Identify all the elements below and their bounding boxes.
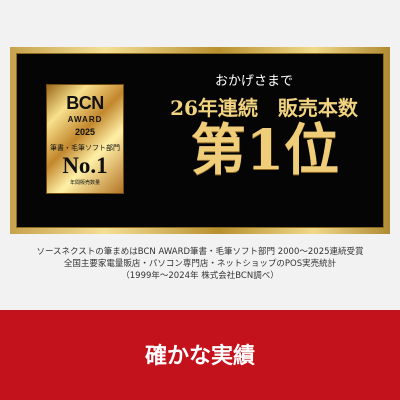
footer-banner-text: 確かな実績 bbox=[144, 344, 255, 369]
badge-category-text: 筆書・毛筆ソフト部門 bbox=[50, 145, 120, 152]
footer-banner: 確かな実績 bbox=[0, 310, 400, 400]
award-rank-text: 第1位 bbox=[190, 117, 340, 182]
badge-award-text: AWARD bbox=[67, 115, 103, 124]
award-note-line: ソースネクストの筆まめはBCN AWARD筆書・毛筆ソフト部門 2000〜202… bbox=[36, 247, 364, 257]
badge-subtext: 年間販売数量 bbox=[69, 180, 100, 186]
award-panel: BCN AWARD 2025 筆書・毛筆ソフト部門 No.1 年間販売数量 おか… bbox=[10, 47, 390, 234]
bcn-award-badge: BCN AWARD 2025 筆書・毛筆ソフト部門 No.1 年間販売数量 bbox=[46, 84, 124, 194]
award-note-line: 全国主要家電量販店・パソコン専門店・ネットショップのPOS実売統計 bbox=[63, 259, 337, 269]
badge-rank-text: No.1 bbox=[62, 153, 108, 178]
award-inner-black-panel: BCN AWARD 2025 筆書・毛筆ソフト部門 No.1 年間販売数量 おか… bbox=[16, 53, 384, 228]
award-note-line: （1999年〜2024年 株式会社BCN調べ） bbox=[121, 271, 279, 281]
award-intro-text: おかげさまで bbox=[214, 74, 293, 89]
badge-year-text: 2025 bbox=[74, 127, 96, 137]
badge-bcn-text: BCN bbox=[66, 93, 104, 113]
